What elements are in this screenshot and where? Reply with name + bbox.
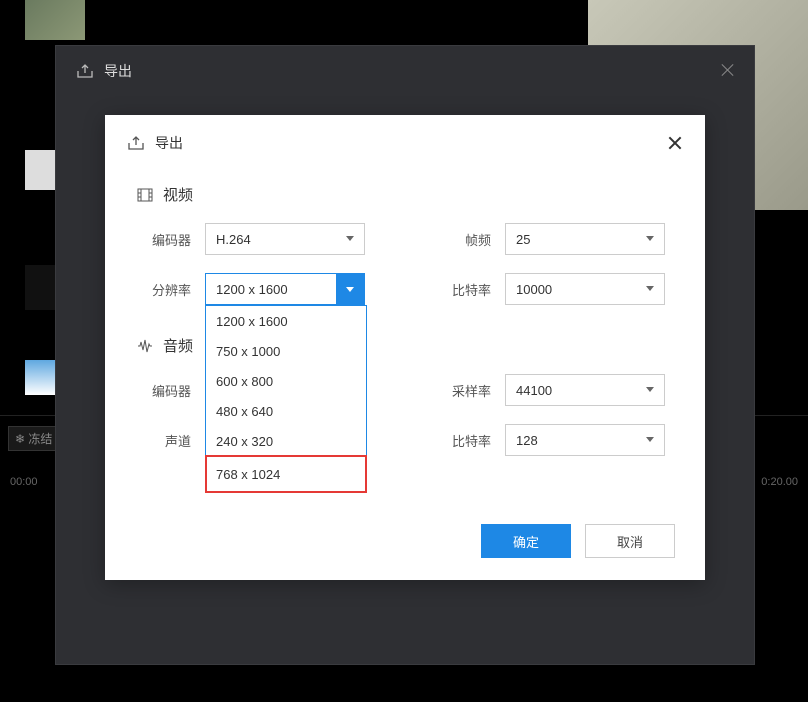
video-bitrate-select[interactable]: 10000 xyxy=(505,273,665,305)
audio-section-title: 音频 xyxy=(163,335,193,356)
video-fps-value: 25 xyxy=(516,232,530,247)
close-icon[interactable] xyxy=(718,60,738,80)
video-bitrate-label: 比特率 xyxy=(445,280,505,299)
resolution-option[interactable]: 240 x 320 xyxy=(206,426,366,456)
video-resolution-dropdown: 1200 x 1600 750 x 1000 600 x 800 480 x 6… xyxy=(205,305,367,493)
close-icon[interactable] xyxy=(665,133,685,153)
audio-bitrate-select[interactable]: 128 xyxy=(505,424,665,456)
chevron-down-icon xyxy=(346,236,354,244)
resolution-option[interactable]: 600 x 800 xyxy=(206,366,366,396)
audio-samplerate-label: 采样率 xyxy=(445,381,505,400)
outer-modal-titlebar: 导出 xyxy=(56,46,754,96)
resolution-option[interactable]: 1200 x 1600 xyxy=(206,306,366,336)
audio-samplerate-value: 44100 xyxy=(516,383,552,398)
video-section-title: 视频 xyxy=(163,184,193,205)
chevron-down-icon xyxy=(646,236,654,244)
timeline-tick: 00:00 xyxy=(10,476,38,488)
video-resolution-select[interactable]: 1200 x 1600 1200 x 1600 750 x 1000 600 x… xyxy=(205,273,365,305)
inner-modal-titlebar: 导出 xyxy=(105,115,705,170)
cancel-button[interactable]: 取消 xyxy=(585,524,675,558)
resolution-option-highlighted[interactable]: 768 x 1024 xyxy=(206,456,366,492)
video-resolution-label: 分辨率 xyxy=(137,280,205,299)
audio-samplerate-select[interactable]: 44100 xyxy=(505,374,665,406)
video-section-header: 视频 xyxy=(137,184,673,205)
film-icon xyxy=(137,187,153,203)
inner-modal-title: 导出 xyxy=(155,133,183,153)
chevron-down-icon xyxy=(646,286,654,294)
media-thumbnail[interactable] xyxy=(25,0,85,40)
video-encoder-value: H.264 xyxy=(216,232,251,247)
video-encoder-select[interactable]: H.264 xyxy=(205,223,365,255)
timeline-tick: 0:20.00 xyxy=(761,476,798,488)
waveform-icon xyxy=(137,338,153,354)
video-bitrate-value: 10000 xyxy=(516,282,552,297)
chevron-down-icon xyxy=(336,274,364,304)
video-fps-select[interactable]: 25 xyxy=(505,223,665,255)
audio-channel-label: 声道 xyxy=(137,431,205,450)
resolution-option[interactable]: 750 x 1000 xyxy=(206,336,366,366)
video-fps-label: 帧频 xyxy=(445,230,505,249)
video-encoder-label: 编码器 xyxy=(137,230,205,249)
chevron-down-icon xyxy=(646,387,654,395)
resolution-option[interactable]: 480 x 640 xyxy=(206,396,366,426)
export-icon xyxy=(76,63,94,79)
ok-button[interactable]: 确定 xyxy=(481,524,571,558)
audio-bitrate-label: 比特率 xyxy=(445,431,505,450)
freeze-frame-button[interactable]: ❄ 冻结 xyxy=(8,426,59,451)
outer-modal-title: 导出 xyxy=(104,61,132,81)
video-resolution-value: 1200 x 1600 xyxy=(216,282,288,297)
chevron-down-icon xyxy=(646,437,654,445)
export-modal-inner: 导出 视频 编码器 H.264 帧频 25 xyxy=(105,115,705,580)
export-icon xyxy=(127,135,145,151)
audio-encoder-label: 编码器 xyxy=(137,381,205,400)
audio-bitrate-value: 128 xyxy=(516,433,538,448)
